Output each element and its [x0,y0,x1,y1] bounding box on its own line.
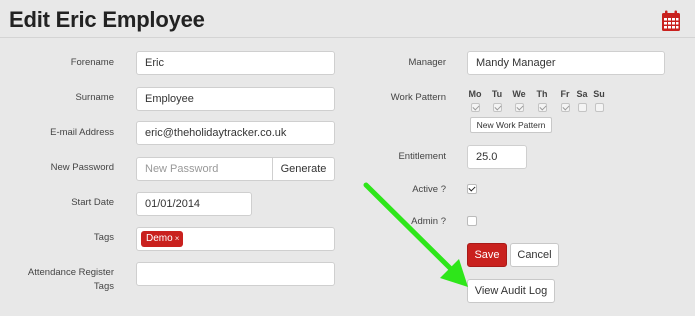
annotation-arrow-icon [363,182,468,287]
